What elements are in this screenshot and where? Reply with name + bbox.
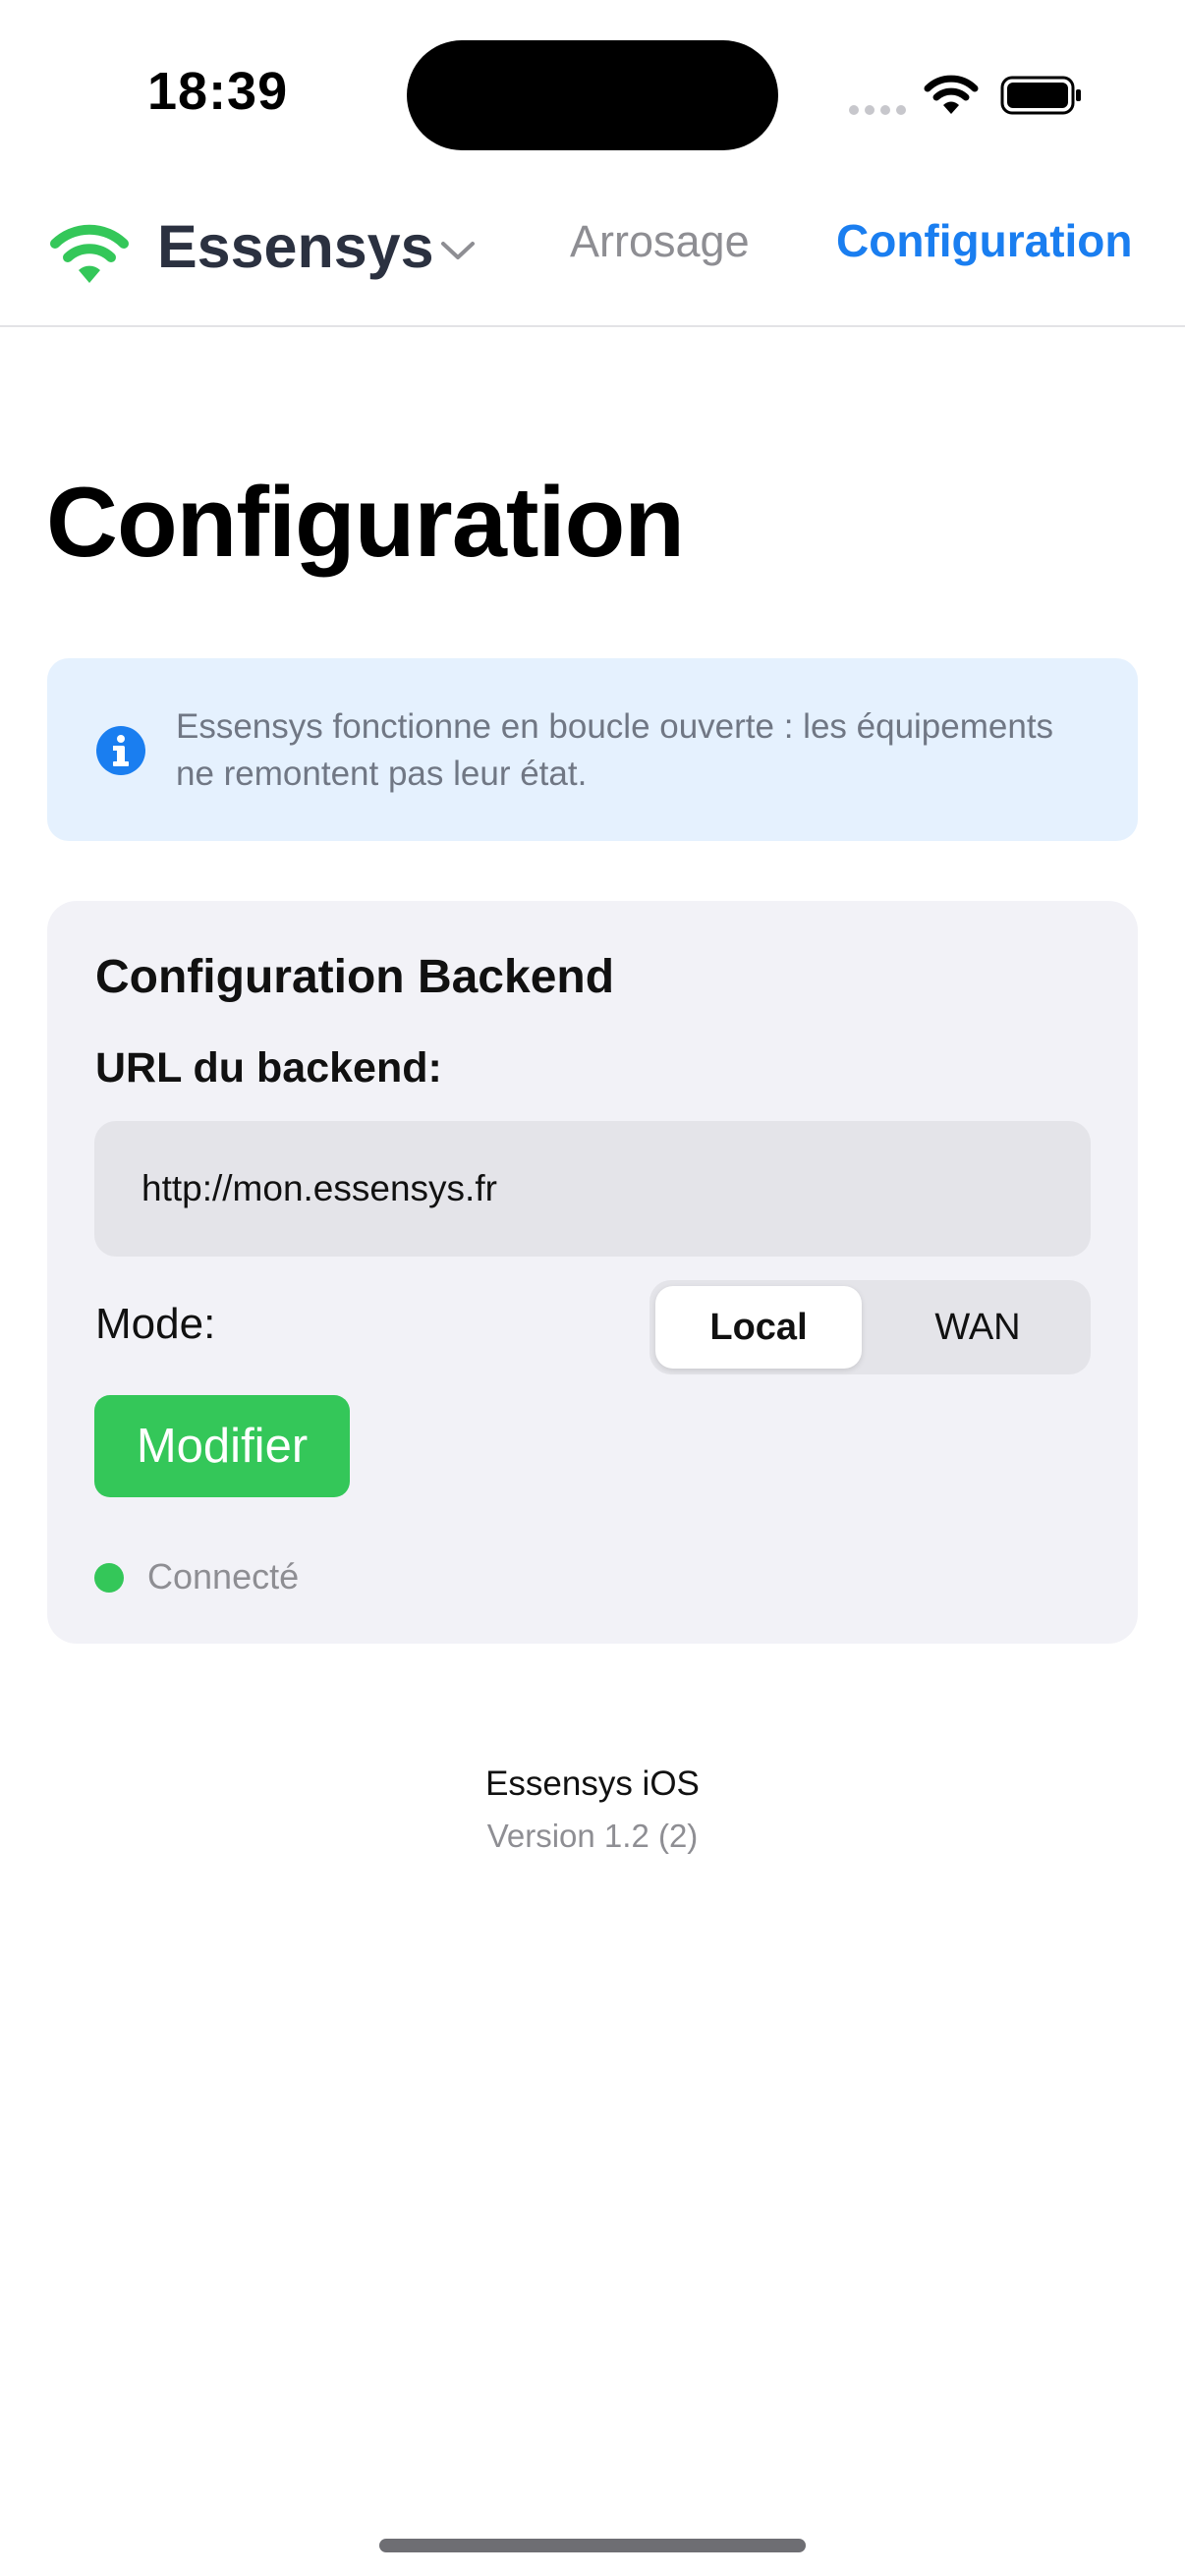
tab-arrosage[interactable]: Arrosage xyxy=(570,216,750,267)
mode-segmented-control: Local WAN xyxy=(649,1280,1091,1374)
footer-app-name: Essensys iOS xyxy=(485,1764,700,1803)
modify-button[interactable]: Modifier xyxy=(94,1395,350,1497)
battery-icon xyxy=(1000,76,1081,115)
connection-status-dot xyxy=(94,1563,124,1593)
chevron-down-icon[interactable] xyxy=(438,236,478,263)
backend-config-card: Configuration Backend URL du backend: Mo… xyxy=(47,901,1138,1644)
footer-version: Version 1.2 (2) xyxy=(486,1818,699,1854)
cellular-signal-icon xyxy=(849,105,906,115)
connection-status-text: Connecté xyxy=(147,1556,300,1596)
tab-configuration[interactable]: Configuration xyxy=(836,214,1133,267)
info-icon xyxy=(96,726,145,775)
mode-option-wan[interactable]: WAN xyxy=(871,1286,1085,1369)
page-title: Configuration xyxy=(46,468,685,578)
info-text: Essensys fonctionne en boucle ouverte : … xyxy=(176,707,1054,793)
wifi-icon xyxy=(50,224,129,283)
card-title: Configuration Backend xyxy=(95,951,615,1003)
mode-option-local[interactable]: Local xyxy=(655,1286,862,1369)
dynamic-island xyxy=(407,40,778,150)
home-indicator[interactable] xyxy=(379,2539,806,2552)
url-label: URL du backend: xyxy=(95,1044,442,1092)
wifi-status-icon xyxy=(924,75,979,114)
info-banner: Essensys fonctionne en boucle ouverte : … xyxy=(47,658,1138,841)
status-bar: 18:39 xyxy=(0,0,1185,187)
backend-url-input[interactable] xyxy=(94,1121,1091,1257)
mode-label: Mode: xyxy=(95,1300,216,1348)
status-time: 18:39 xyxy=(147,62,289,121)
app-selector[interactable]: Essensys xyxy=(157,212,434,281)
nav-header: Essensys Arrosage Configuration xyxy=(0,187,1185,327)
